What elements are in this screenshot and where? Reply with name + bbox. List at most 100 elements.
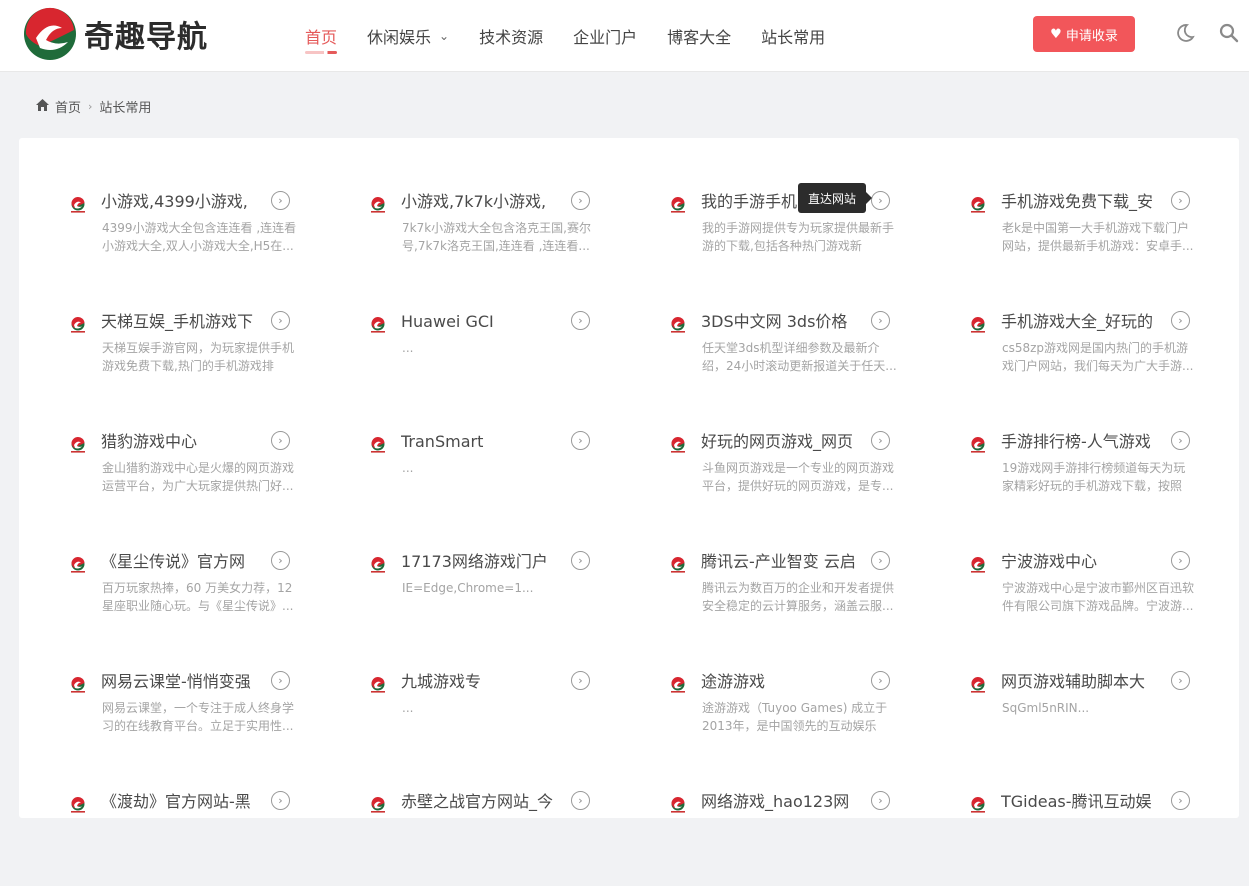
site-card[interactable]: 小游戏,4399小游戏, › 4399小游戏大全包含连连看 ,连连看小游戏大全,双人… xyxy=(69,186,319,286)
go-arrow-icon[interactable]: › xyxy=(871,551,890,570)
site-description: 斗鱼网页游戏是一个专业的网页游戏平台，提供好玩的网页游戏，是专... xyxy=(702,461,895,493)
site-favicon-icon xyxy=(669,196,687,214)
site-card[interactable]: 途游游戏 › 途游游戏（Tuyoo Games) 成立于 2013年，是中国领先的互… xyxy=(669,666,919,766)
nav-enterprise[interactable]: 企业门户 xyxy=(573,0,637,72)
site-title[interactable]: 网页游戏辅助脚本大 xyxy=(1001,670,1161,694)
site-title[interactable]: 网易云课堂-悄悄变强 xyxy=(101,670,261,694)
nav-blogs-label: 博客大全 xyxy=(667,28,732,47)
go-arrow-icon[interactable]: › xyxy=(571,791,590,810)
go-arrow-icon[interactable]: › xyxy=(271,311,290,330)
site-title[interactable]: 《星尘传说》官方网 xyxy=(101,550,261,574)
apply-listing-button[interactable]: ♥ 申请收录 xyxy=(1033,16,1135,52)
site-card[interactable]: 手游排行榜-人气游戏 › 19游戏网手游排行榜频道每天为玩家精彩好玩的手机游戏下载，… xyxy=(969,426,1219,526)
go-arrow-icon[interactable]: › xyxy=(871,311,890,330)
site-card[interactable]: 好玩的网页游戏_网页 › 斗鱼网页游戏是一个专业的网页游戏平台，提供好玩的网页游戏，… xyxy=(669,426,919,526)
site-card[interactable]: 《渡劫》官方网站-黑 › xyxy=(69,786,319,886)
site-title[interactable]: 好玩的网页游戏_网页 xyxy=(701,430,861,454)
site-title[interactable]: 手机游戏大全_好玩的 xyxy=(1001,310,1161,334)
site-card[interactable]: 小游戏,7k7k小游戏, › 7k7k小游戏大全包含洛克王国,赛尔号,7k7k洛克王… xyxy=(369,186,619,286)
site-title[interactable]: 3DS中文网 3ds价格 xyxy=(701,310,861,334)
site-card[interactable]: 宁波游戏中心 › 宁波游戏中心是宁波市鄞州区百迅软件有限公司旗下游戏品牌。宁波游..… xyxy=(969,546,1219,646)
site-card[interactable]: Huawei GCI ›... xyxy=(369,306,619,406)
site-card[interactable]: TranSmart ›... xyxy=(369,426,619,526)
nav-leisure[interactable]: 休闲娱乐 ⌄ xyxy=(367,0,449,72)
go-arrow-icon[interactable]: › xyxy=(571,671,590,690)
heart-icon: ♥ xyxy=(1050,26,1062,42)
site-card[interactable]: 我的手游手机›我的手游网提供专为玩家提供最新手游的下载,包括各种热门游戏新闻、.… xyxy=(669,186,919,286)
site-title[interactable]: 九城游戏专 xyxy=(401,670,561,694)
site-card[interactable]: 网页游戏辅助脚本大 › SqGml5nRIN... xyxy=(969,666,1219,766)
go-arrow-icon[interactable]: › xyxy=(271,551,290,570)
site-favicon-icon xyxy=(369,316,387,334)
site-title[interactable]: 手游排行榜-人气游戏 xyxy=(1001,430,1161,454)
go-arrow-icon[interactable]: › xyxy=(871,671,890,690)
site-title[interactable]: TranSmart xyxy=(401,430,561,454)
go-arrow-icon[interactable]: › xyxy=(1171,551,1190,570)
chevron-down-icon: ⌄ xyxy=(439,29,450,43)
site-card[interactable]: 天梯互娱_手机游戏下 › 天梯互娱手游官网，为玩家提供手机游戏免费下载,热门的手机游… xyxy=(69,306,319,406)
site-description: IE=Edge,Chrome=1... xyxy=(402,581,534,595)
site-logo[interactable]: 奇趣导航 xyxy=(22,6,208,62)
go-arrow-icon[interactable]: › xyxy=(1171,671,1190,690)
go-arrow-icon[interactable]: › xyxy=(871,791,890,810)
site-card[interactable]: 九城游戏专 ›... xyxy=(369,666,619,766)
site-card[interactable]: 3DS中文网 3ds价格 › 任天堂3ds机型详细参数及最新介绍，24小时滚动更新报… xyxy=(669,306,919,406)
go-arrow-icon[interactable]: › xyxy=(1171,791,1190,810)
site-favicon-icon xyxy=(669,436,687,454)
site-favicon-icon xyxy=(69,796,87,814)
go-arrow-icon[interactable]: › xyxy=(271,791,290,810)
site-favicon-icon xyxy=(969,196,987,214)
nav-tech[interactable]: 技术资源 xyxy=(479,0,543,72)
site-title[interactable]: 猎豹游戏中心 xyxy=(101,430,261,454)
go-arrow-icon[interactable]: › xyxy=(571,191,590,210)
site-card[interactable]: 赤壁之战官方网站_今 › xyxy=(369,786,619,886)
dark-mode-moon-icon[interactable] xyxy=(1174,22,1198,46)
go-arrow-icon[interactable]: › xyxy=(871,191,890,210)
site-title[interactable]: 宁波游戏中心 xyxy=(1001,550,1161,574)
nav-home[interactable]: 首页 xyxy=(305,0,338,72)
go-arrow-icon[interactable]: › xyxy=(271,671,290,690)
nav-blogs[interactable]: 博客大全 xyxy=(667,0,731,72)
site-card[interactable]: TGideas-腾讯互动娱 › xyxy=(969,786,1219,886)
site-title[interactable]: 途游游戏 xyxy=(701,670,861,694)
go-arrow-icon[interactable]: › xyxy=(1171,191,1190,210)
site-card[interactable]: 手机游戏大全_好玩的 › cs58zp游戏网是国内热门的手机游戏门户网站，我们每天为… xyxy=(969,306,1219,406)
site-card[interactable]: 猎豹游戏中心 › 金山猎豹游戏中心是火爆的网页游戏运营平台，为广大玩家提供热门好..… xyxy=(69,426,319,526)
site-title[interactable]: 手机游戏免费下载_安 xyxy=(1001,190,1161,214)
go-arrow-icon[interactable]: › xyxy=(571,431,590,450)
site-title[interactable]: 《渡劫》官方网站-黑 xyxy=(101,790,261,814)
go-arrow-icon[interactable]: › xyxy=(1171,431,1190,450)
go-arrow-icon[interactable]: › xyxy=(571,311,590,330)
site-title[interactable]: 赤壁之战官方网站_今 xyxy=(401,790,561,814)
go-arrow-icon[interactable]: › xyxy=(571,551,590,570)
site-title[interactable]: 腾讯云-产业智变 云启 xyxy=(701,550,861,574)
top-header: 奇趣导航 首页 休闲娱乐 ⌄ 技术资源 企业门户 博客大全 站长常用 ♥ 申请收录 xyxy=(0,0,1249,72)
go-arrow-icon[interactable]: › xyxy=(1171,311,1190,330)
site-card[interactable]: 《星尘传说》官方网 › 百万玩家热捧，60 万美女力荐，12 星座职业随心玩。与《星… xyxy=(69,546,319,646)
breadcrumb-home-link[interactable]: 首页 xyxy=(55,97,81,116)
site-title[interactable]: 小游戏,7k7k小游戏, xyxy=(401,190,561,214)
site-description xyxy=(102,819,297,855)
site-card[interactable]: 网易云课堂-悄悄变强 › 网易云课堂，一个专注于成人终身学习的在线教育平台。立足于实… xyxy=(69,666,319,766)
site-title[interactable]: 17173网络游戏门户 xyxy=(401,550,561,574)
site-favicon-icon xyxy=(369,796,387,814)
search-icon[interactable] xyxy=(1218,22,1242,46)
nav-webmaster[interactable]: 站长常用 xyxy=(761,0,825,72)
site-card[interactable]: 网络游戏_hao123网 › xyxy=(669,786,919,886)
site-description: 任天堂3ds机型详细参数及最新介绍，24小时滚动更新报道关于任天... xyxy=(702,341,897,373)
go-arrow-icon[interactable]: › xyxy=(871,431,890,450)
site-description: SqGml5nRIN... xyxy=(1002,701,1090,715)
home-icon xyxy=(36,98,49,115)
site-description xyxy=(702,819,897,855)
site-card[interactable]: 17173网络游戏门户 › IE=Edge,Chrome=1... xyxy=(369,546,619,646)
go-arrow-icon[interactable]: › xyxy=(271,431,290,450)
site-description: 腾讯云为数百万的企业和开发者提供安全稳定的云计算服务，涵盖云服... xyxy=(702,581,895,613)
site-title[interactable]: 小游戏,4399小游戏, xyxy=(101,190,261,214)
site-title[interactable]: 天梯互娱_手机游戏下 xyxy=(101,310,261,334)
go-arrow-icon[interactable]: › xyxy=(271,191,290,210)
site-title[interactable]: Huawei GCI xyxy=(401,310,561,334)
site-title[interactable]: 网络游戏_hao123网 xyxy=(701,790,861,814)
site-card[interactable]: 手机游戏免费下载_安 › 老k是中国第一大手机游戏下载门户网站，提供最新手机游戏：安… xyxy=(969,186,1219,286)
site-title[interactable]: TGideas-腾讯互动娱 xyxy=(1001,790,1161,814)
site-card[interactable]: 腾讯云-产业智变 云启 › 腾讯云为数百万的企业和开发者提供安全稳定的云计算服务，涵… xyxy=(669,546,919,646)
